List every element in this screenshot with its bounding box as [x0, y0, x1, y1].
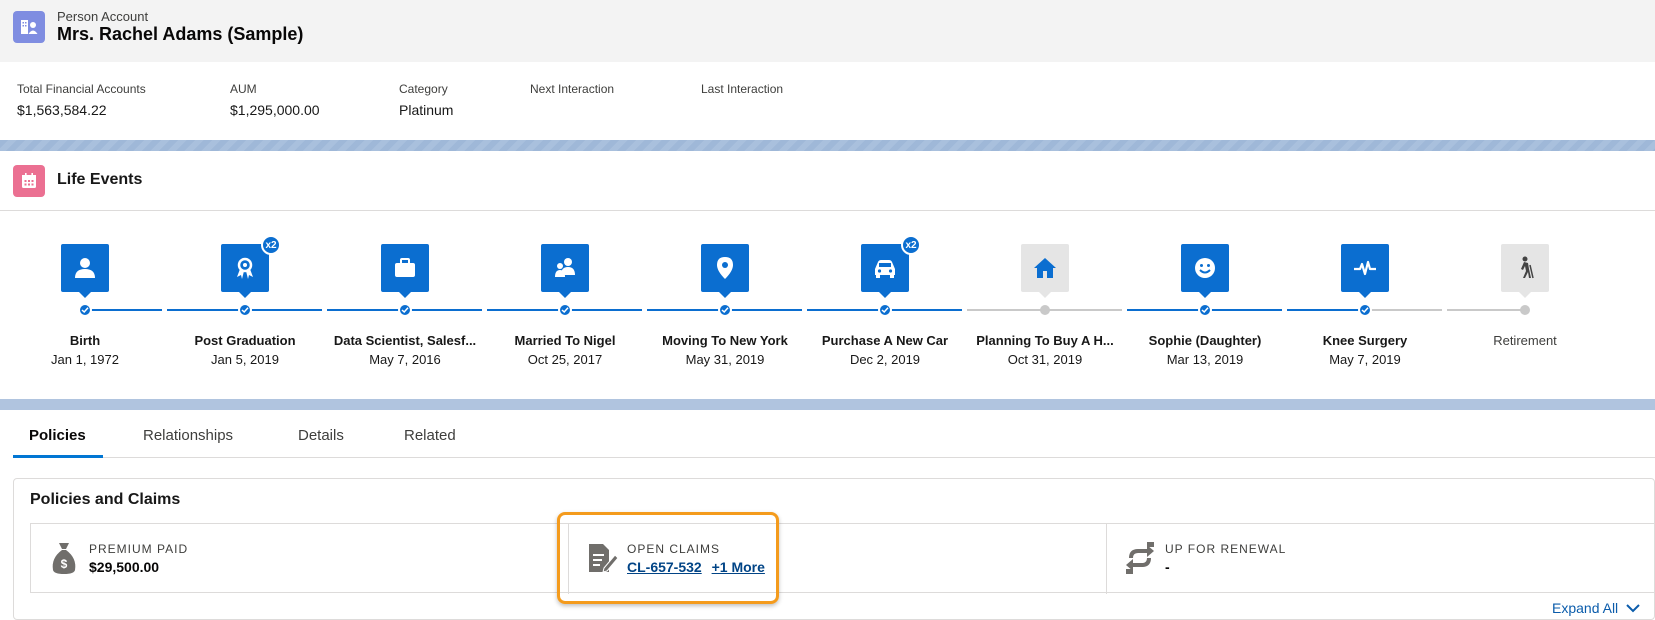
active-tab-indicator	[13, 455, 103, 458]
event-name: Married To Nigel	[514, 333, 616, 348]
event-name: Planning To Buy A H...	[976, 333, 1114, 348]
check-icon	[558, 303, 572, 317]
briefcase-icon	[381, 244, 429, 298]
highlight-category: Category Platinum	[399, 82, 454, 118]
check-icon	[238, 303, 252, 317]
open-claims-highlight-frame	[557, 512, 779, 604]
money-bag-icon: $	[47, 540, 81, 576]
home-icon	[1021, 244, 1069, 298]
event-date: Jan 5, 2019	[211, 352, 279, 367]
up-for-renewal-label: UP FOR RENEWAL	[1165, 542, 1287, 556]
couple-icon	[541, 244, 589, 298]
life-event-knee-surgery[interactable]: Knee Surgery May 7, 2019	[1285, 211, 1445, 399]
life-event-planning-home[interactable]: Planning To Buy A H... Oct 31, 2019	[965, 211, 1125, 399]
check-icon	[78, 303, 92, 317]
highlights-panel: Total Financial Accounts $1,563,584.22 A…	[0, 62, 1655, 140]
record-type-label: Person Account	[57, 9, 149, 24]
highlight-aum: AUM $1,295,000.00	[230, 82, 320, 118]
record-header: Person Account Mrs. Rachel Adams (Sample…	[0, 0, 1655, 62]
event-date: Mar 13, 2019	[1166, 352, 1244, 367]
tabs-panel: Policies Relationships Details Related P…	[0, 410, 1655, 620]
check-icon	[398, 303, 412, 317]
car-icon	[861, 244, 909, 298]
renewal-arrows-icon	[1123, 540, 1157, 576]
life-event-moving[interactable]: Moving To New York May 31, 2019	[645, 211, 805, 399]
life-event-data-scientist[interactable]: Data Scientist, Salesf... May 7, 2016	[325, 211, 485, 399]
event-name: Data Scientist, Salesf...	[333, 333, 477, 348]
location-pin-icon	[701, 244, 749, 298]
highlight-last-interaction: Last Interaction	[701, 82, 784, 96]
calendar-icon	[13, 165, 45, 197]
event-date: Oct 25, 2017	[527, 352, 603, 367]
premium-paid-value: $29,500.00	[89, 559, 160, 575]
pending-dot	[1040, 305, 1050, 315]
svg-text:$: $	[61, 557, 68, 571]
award-icon	[221, 244, 269, 298]
pending-dot	[1520, 305, 1530, 315]
event-date: May 7, 2019	[1329, 352, 1401, 367]
check-icon	[878, 303, 892, 317]
life-event-married[interactable]: Married To Nigel Oct 25, 2017	[485, 211, 645, 399]
up-for-renewal-stat: UP FOR RENEWAL -	[1106, 524, 1655, 594]
life-event-purchase-car[interactable]: x2 Purchase A New Car Dec 2, 2019	[805, 211, 965, 399]
check-icon	[718, 303, 732, 317]
event-name: Retirement	[1493, 333, 1557, 348]
person-account-icon	[13, 11, 45, 43]
policies-claims-title: Policies and Claims	[30, 491, 181, 508]
life-event-birth[interactable]: Birth Jan 1, 1972	[5, 211, 165, 399]
event-name: Birth	[69, 333, 101, 348]
event-date: Oct 31, 2019	[1007, 352, 1083, 367]
tab-policies[interactable]: Policies	[29, 427, 86, 444]
life-events-title: Life Events	[57, 171, 143, 188]
event-name: Moving To New York	[662, 333, 788, 348]
event-name: Knee Surgery	[1322, 333, 1408, 348]
walker-icon	[1501, 244, 1549, 298]
policy-stats-row: $ PREMIUM PAID $29,500.00 OPEN CLAIMS CL…	[30, 523, 1655, 594]
premium-paid-stat: $ PREMIUM PAID $29,500.00	[31, 524, 568, 594]
policies-claims-card: Policies and Claims $ PREMIUM PAID $29,5…	[13, 478, 1655, 620]
event-date: Jan 1, 1972	[51, 352, 119, 367]
event-date: Dec 2, 2019	[849, 352, 921, 367]
life-event-post-graduation[interactable]: x2 Post Graduation Jan 5, 2019	[165, 211, 325, 399]
pulse-icon	[1341, 244, 1389, 298]
event-name: Post Graduation	[194, 333, 296, 348]
tab-relationships[interactable]: Relationships	[143, 427, 233, 444]
event-name: Sophie (Daughter)	[1148, 333, 1262, 348]
life-event-sophie[interactable]: Sophie (Daughter) Mar 13, 2019	[1125, 211, 1285, 399]
check-icon	[1198, 303, 1212, 317]
up-for-renewal-value: -	[1165, 559, 1170, 575]
life-events-header: Life Events	[0, 151, 1655, 211]
tab-related[interactable]: Related	[404, 427, 456, 444]
tab-bar: Policies Relationships Details Related	[13, 410, 1655, 458]
life-event-retirement[interactable]: Retirement	[1445, 211, 1605, 399]
tab-details[interactable]: Details	[298, 427, 344, 444]
record-name: Mrs. Rachel Adams (Sample)	[57, 24, 304, 44]
event-name: Purchase A New Car	[821, 333, 949, 348]
check-icon	[1358, 303, 1372, 317]
event-date: May 31, 2019	[685, 352, 765, 367]
event-count-badge: x2	[261, 235, 281, 255]
highlight-total-financial-accounts: Total Financial Accounts $1,563,584.22	[17, 82, 146, 118]
life-events-card: Life Events Birth Jan 1, 1972 x2 Post Gr…	[0, 151, 1655, 399]
highlight-next-interaction: Next Interaction	[530, 82, 615, 96]
life-events-timeline: Birth Jan 1, 1972 x2 Post Graduation Jan…	[0, 211, 1655, 399]
expand-all-label: Expand All	[1552, 600, 1619, 616]
premium-paid-label: PREMIUM PAID	[89, 542, 189, 556]
smiley-icon	[1181, 244, 1229, 298]
event-date: May 7, 2016	[369, 352, 441, 367]
event-count-badge: x2	[901, 235, 921, 255]
expand-all-button[interactable]: Expand All	[1552, 600, 1640, 616]
chevron-down-icon	[1626, 604, 1640, 613]
decorative-band	[0, 140, 1655, 151]
person-icon	[61, 244, 109, 298]
